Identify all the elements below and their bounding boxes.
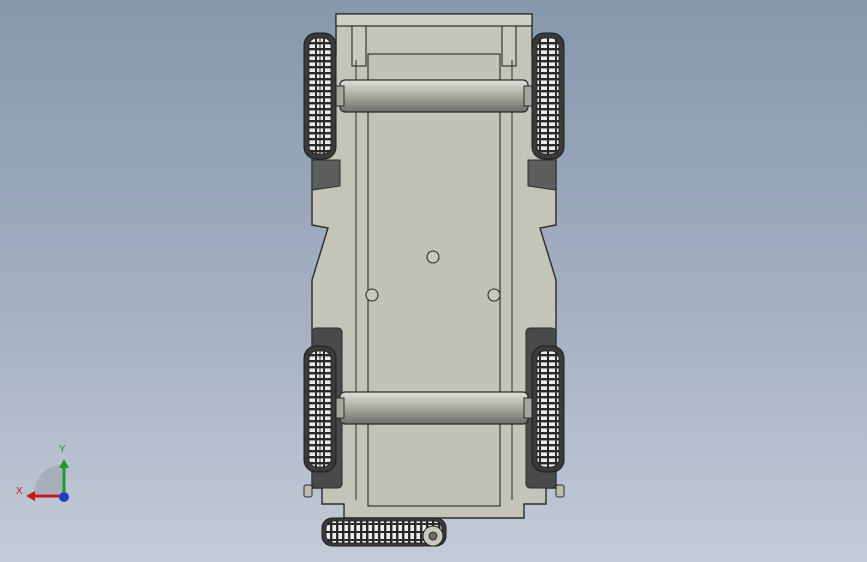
front-frame-left xyxy=(351,25,367,67)
mount-hole-right xyxy=(487,288,501,302)
wheel-front-left[interactable] xyxy=(303,32,337,160)
floor-pan xyxy=(367,53,501,507)
mount-hole-left xyxy=(365,288,379,302)
wheel-rear-left[interactable] xyxy=(303,345,337,473)
wheel-front-right[interactable] xyxy=(531,32,565,160)
mount-hole-center xyxy=(426,250,440,264)
triad-x-label: X xyxy=(16,486,23,497)
orientation-triad: X Y xyxy=(10,440,80,510)
front-right-fender-block xyxy=(527,159,557,191)
triad-x-arrowhead xyxy=(26,491,35,501)
triad-y-label: Y xyxy=(59,444,66,455)
front-axle xyxy=(339,79,529,113)
front-frame-right xyxy=(501,25,517,67)
rear-axle xyxy=(339,391,529,425)
triad-z-axis xyxy=(59,492,69,502)
vehicle-model[interactable] xyxy=(0,0,867,562)
spare-wheel[interactable] xyxy=(321,517,447,547)
wheel-rear-right[interactable] xyxy=(531,345,565,473)
rear-bracket-left xyxy=(303,484,313,498)
graphics-viewport[interactable]: X Y xyxy=(0,0,867,562)
front-bumper xyxy=(335,13,533,27)
rear-bracket-right xyxy=(555,484,565,498)
triad-plane-patch xyxy=(34,464,64,494)
front-left-fender-block xyxy=(311,159,341,191)
triad-y-arrowhead xyxy=(59,459,69,468)
